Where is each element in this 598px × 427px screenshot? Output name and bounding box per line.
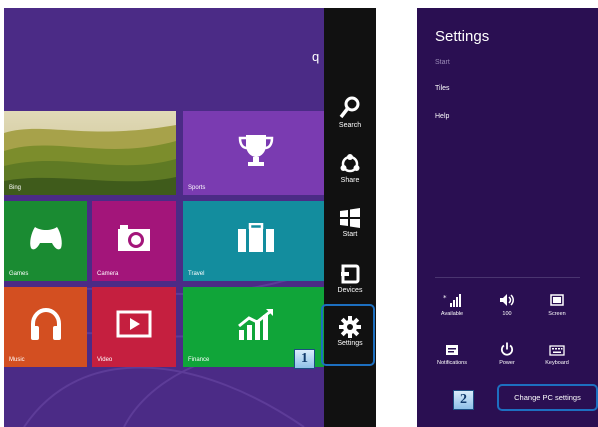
share-icon (340, 154, 360, 173)
bing-landscape-image (4, 111, 176, 195)
video-player-icon (116, 310, 152, 338)
settings-highlight-box (321, 304, 375, 366)
charm-label: Share (340, 177, 360, 184)
windows-logo-icon (340, 208, 360, 228)
charm-start[interactable]: Start (324, 207, 376, 238)
step-callout-1: 1 (294, 349, 315, 369)
power-button[interactable]: Power (487, 342, 527, 366)
volume-label: 100 (502, 311, 512, 317)
pane-subtitle: Start (435, 59, 450, 66)
charm-label: Search (338, 122, 362, 129)
keyboard-label: Keyboard (545, 360, 569, 366)
tile-label: Finance (188, 357, 210, 363)
tiles-link[interactable]: Tiles (435, 85, 450, 92)
settings-pane: Settings Start Tiles Help * Available 10… (417, 8, 598, 427)
screen-label: Screen (548, 311, 566, 317)
power-label: Power (499, 360, 515, 366)
divider (435, 277, 580, 278)
suitcase-icon (238, 222, 274, 252)
tile-camera[interactable]: Camera (92, 201, 176, 281)
svg-text:*: * (443, 294, 447, 302)
charm-devices[interactable]: Devices (324, 263, 376, 294)
tile-label: Music (9, 357, 25, 363)
finance-chart-icon (238, 308, 273, 340)
tile-games[interactable]: Games (4, 201, 87, 281)
screen-icon (550, 294, 564, 306)
tile-label: Video (97, 357, 113, 363)
network-icon: * (443, 294, 461, 307)
help-link[interactable]: Help (435, 113, 449, 120)
tile-travel[interactable]: Travel (183, 201, 329, 281)
volume-icon (500, 294, 514, 306)
tile-label: Sports (188, 185, 206, 191)
search-icon (339, 96, 360, 119)
charm-search[interactable]: Search (324, 96, 376, 129)
notifications-icon (446, 345, 458, 355)
tile-label: Games (9, 271, 29, 277)
tile-label: Bing (9, 185, 22, 191)
keyboard-icon (549, 345, 565, 356)
devices-icon (341, 264, 360, 284)
charm-label: Devices (337, 287, 363, 294)
change-pc-settings-button[interactable]: Change PC settings (497, 384, 598, 411)
tile-bing[interactable]: Bing (4, 111, 176, 195)
game-controller-icon (29, 226, 62, 250)
tile-label: Travel (188, 271, 205, 277)
network-button[interactable]: * Available (432, 293, 472, 317)
search-query-text: q (312, 49, 320, 64)
camera-icon (118, 224, 150, 251)
charm-share[interactable]: Share (324, 153, 376, 184)
tile-music[interactable]: Music (4, 287, 87, 367)
keyboard-button[interactable]: Keyboard (537, 344, 577, 366)
headphones-icon (30, 307, 61, 340)
tile-label: Camera (97, 271, 119, 277)
tile-video[interactable]: Video (92, 287, 176, 367)
step-callout-2: 2 (453, 390, 474, 410)
network-label: Available (440, 311, 464, 317)
charm-label: Start (342, 231, 358, 238)
notifications-button[interactable]: Notifications (432, 344, 472, 366)
trophy-icon (238, 134, 274, 166)
volume-button[interactable]: 100 (487, 293, 527, 317)
power-icon (500, 342, 514, 356)
charms-bar: Search Share Start Devices Settings (321, 8, 376, 427)
tile-sports[interactable]: Sports (183, 111, 329, 195)
pane-title: Settings (435, 28, 490, 45)
screen-button[interactable]: Screen (537, 293, 577, 317)
notifications-label: Notifications (437, 360, 467, 366)
